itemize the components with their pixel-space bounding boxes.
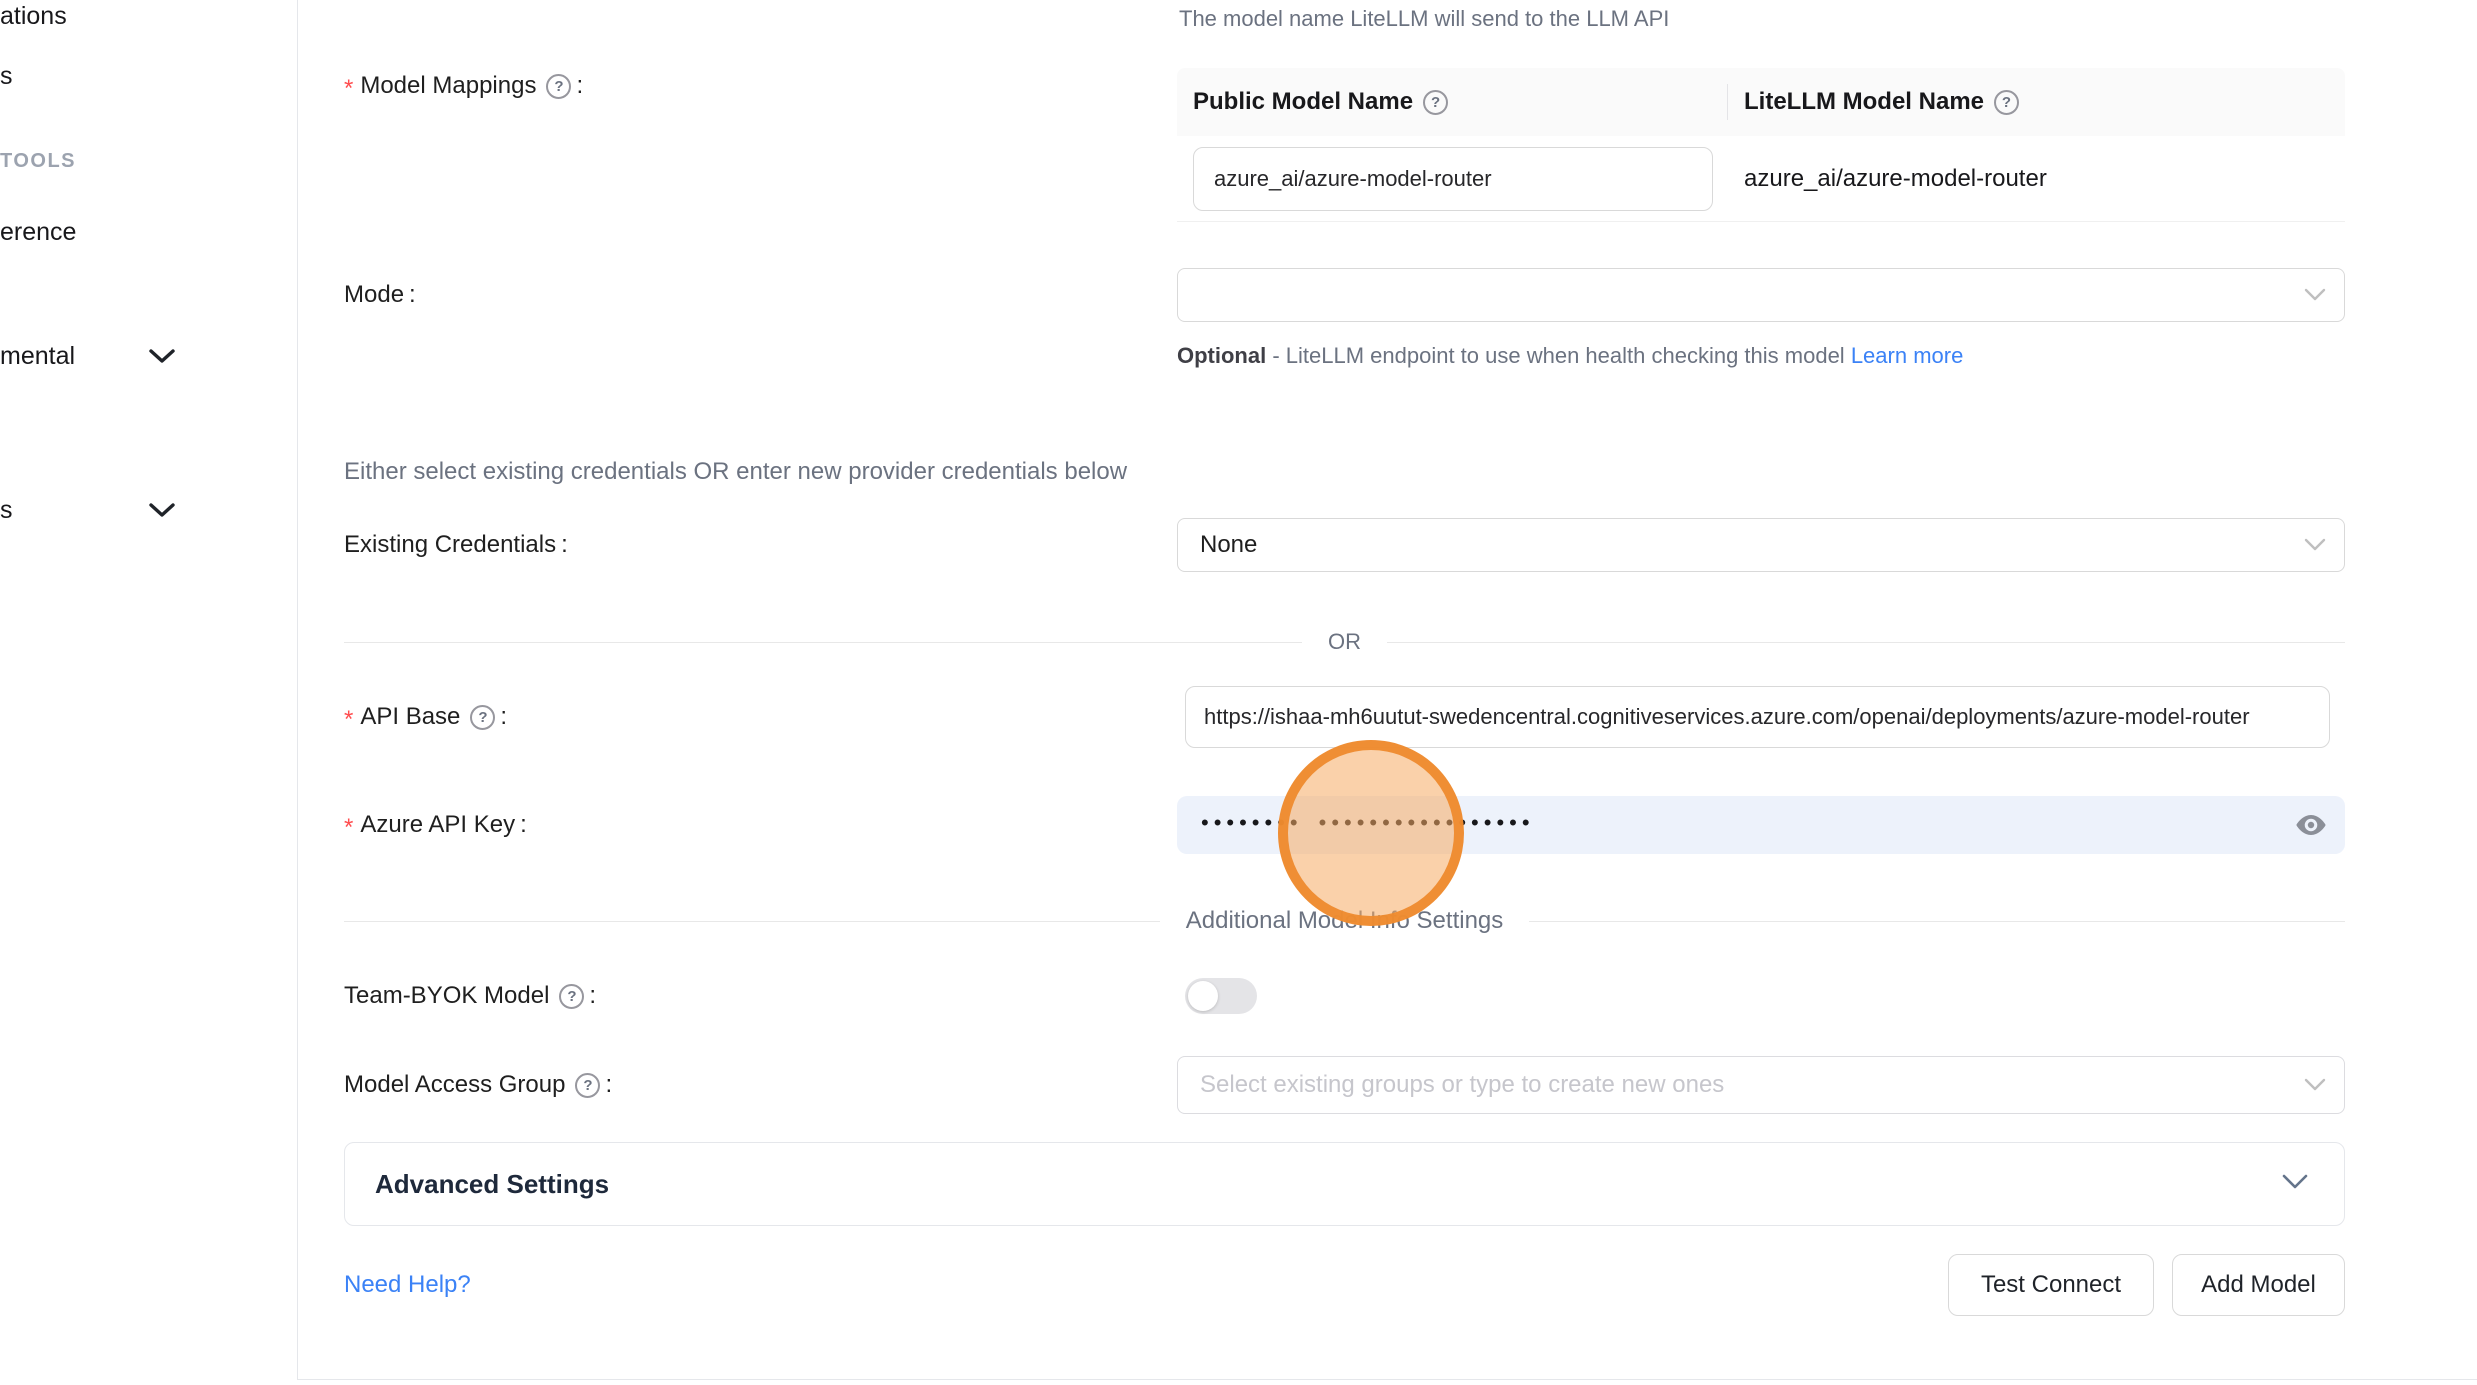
chevron-down-icon (2282, 1174, 2308, 1195)
additional-settings-divider-text: Additional Model Info Settings (1186, 907, 1504, 935)
test-connect-button[interactable]: Test Connect (1948, 1254, 2154, 1316)
api-base-label: * API Base ? : (344, 686, 507, 748)
mode-helper-text: Optional - LiteLLM endpoint to use when … (1177, 336, 1987, 376)
sidebar-item-label: ations (0, 2, 67, 30)
sidebar-item-label: s (0, 496, 13, 524)
toggle-knob (1188, 981, 1218, 1011)
team-byok-label: Team-BYOK Model ? : (344, 972, 596, 1020)
add-model-page: ations s TOOLS erence mental s The model… (0, 0, 2477, 1385)
mode-select[interactable] (1177, 268, 2345, 322)
model-access-group-select[interactable]: Select existing groups or type to create… (1177, 1056, 2345, 1114)
azure-api-key-input[interactable]: •••••••• ••••••••••••••••• (1177, 796, 2345, 854)
sidebar-item[interactable]: ations (0, 2, 67, 31)
chevron-down-icon[interactable] (148, 348, 176, 371)
chevron-down-icon (2304, 531, 2326, 559)
sidebar: ations s TOOLS erence mental s (0, 0, 297, 1385)
learn-more-link[interactable]: Learn more (1851, 343, 1964, 368)
divider-line (1529, 921, 2345, 922)
sidebar-item[interactable]: erence (0, 218, 76, 247)
eye-icon[interactable] (2295, 813, 2327, 837)
required-asterisk: * (344, 816, 353, 840)
existing-credentials-value: None (1200, 531, 1257, 559)
sidebar-item-label: mental (0, 342, 75, 370)
need-help-link[interactable]: Need Help? (344, 1254, 471, 1316)
help-icon[interactable]: ? (1423, 90, 1448, 115)
column-header-public-model-name: Public Model Name ? (1177, 88, 1727, 116)
or-divider-text: OR (1328, 629, 1361, 655)
add-model-button[interactable]: Add Model (2172, 1254, 2345, 1316)
model-access-group-label: Model Access Group ? : (344, 1056, 612, 1114)
divider-line (344, 642, 1302, 643)
additional-settings-divider: Additional Model Info Settings (344, 906, 2345, 936)
model-mappings-header-row: Public Model Name ? LiteLLM Model Name ? (1177, 68, 2345, 136)
public-model-name-cell (1177, 147, 1728, 211)
chevron-down-icon[interactable] (148, 502, 176, 525)
team-byok-toggle[interactable] (1185, 978, 1257, 1014)
sidebar-item[interactable]: s (0, 496, 13, 525)
sidebar-divider (297, 0, 298, 1379)
mode-helper-bold: Optional (1177, 343, 1266, 368)
sidebar-section-label: TOOLS (0, 150, 76, 172)
sidebar-item-label: s (0, 62, 13, 90)
required-asterisk: * (344, 708, 353, 732)
advanced-settings-label: Advanced Settings (375, 1169, 609, 1200)
public-model-name-input[interactable] (1193, 147, 1713, 211)
existing-credentials-label: Existing Credentials : (344, 518, 568, 572)
help-icon[interactable]: ? (559, 984, 584, 1009)
help-icon[interactable]: ? (575, 1073, 600, 1098)
column-header-litellm-model-name: LiteLLM Model Name ? (1728, 88, 2019, 116)
sidebar-item[interactable]: s (0, 62, 13, 91)
content-card-bottom-border (297, 1379, 2477, 1380)
azure-api-key-label: * Azure API Key : (344, 796, 527, 854)
chevron-down-icon (2304, 1071, 2326, 1099)
masked-password-dots: •••••••• (1201, 812, 1303, 834)
mode-label: Mode : (344, 268, 416, 322)
api-base-input[interactable] (1185, 686, 2330, 748)
existing-credentials-select[interactable]: None (1177, 518, 2345, 572)
model-access-group-placeholder: Select existing groups or type to create… (1200, 1071, 1724, 1099)
divider-line (344, 921, 1160, 922)
model-name-hint: The model name LiteLLM will send to the … (1179, 6, 1669, 32)
sidebar-section-tools: TOOLS (0, 150, 76, 173)
help-icon[interactable]: ? (546, 74, 571, 99)
help-icon[interactable]: ? (470, 705, 495, 730)
sidebar-item-label: erence (0, 218, 76, 246)
help-icon[interactable]: ? (1994, 90, 2019, 115)
litellm-model-name-cell: azure_ai/azure-model-router (1728, 165, 2047, 193)
model-mappings-table: Public Model Name ? LiteLLM Model Name ?… (1177, 68, 2345, 222)
chevron-down-icon (2304, 281, 2326, 309)
required-asterisk: * (344, 77, 353, 101)
advanced-settings-panel[interactable]: Advanced Settings (344, 1142, 2345, 1226)
sidebar-item[interactable]: mental (0, 342, 75, 371)
divider-line (1387, 642, 2345, 643)
model-mappings-label: * Model Mappings ? : (344, 66, 583, 106)
or-divider: OR (344, 628, 2345, 656)
masked-password-dots: ••••••••••••••••• (1319, 812, 1535, 834)
credentials-note: Either select existing credentials OR en… (344, 458, 1127, 486)
table-row: azure_ai/azure-model-router (1177, 136, 2345, 222)
